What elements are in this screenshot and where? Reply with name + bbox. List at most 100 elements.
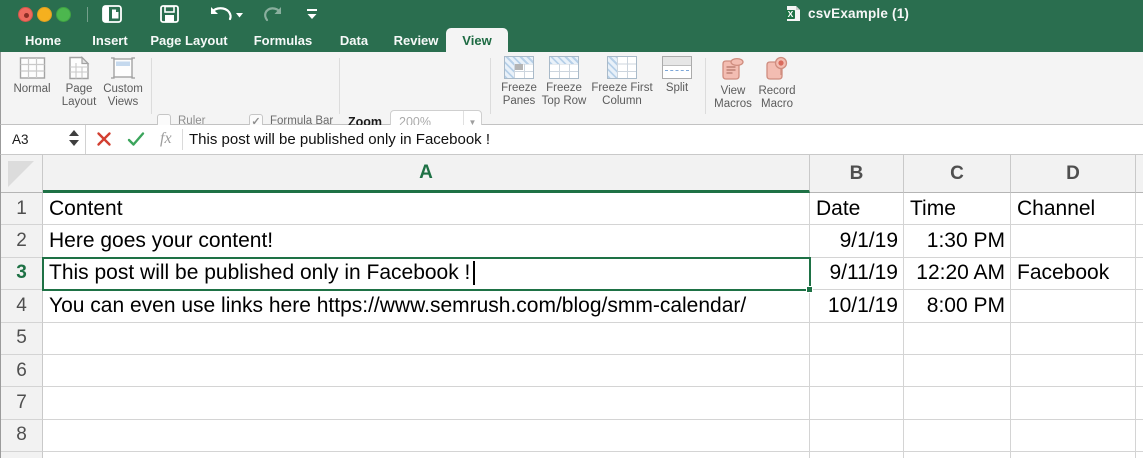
split-icon [662,56,692,79]
insert-function-button[interactable]: fx [160,130,172,148]
cell-C8[interactable] [904,419,1011,453]
cell-A3[interactable]: This post will be published only in Face… [43,257,810,291]
cancel-entry-button[interactable] [96,131,112,152]
select-all-corner[interactable] [1,155,43,193]
column-header-partial[interactable] [1136,155,1143,193]
column-header-C[interactable]: C [904,155,1011,193]
tab-data[interactable]: Data [331,28,377,52]
cell-C[interactable] [904,452,1011,458]
customize-toolbar-button[interactable] [300,3,324,25]
cell-C7[interactable] [904,387,1011,420]
cell-B7[interactable] [810,387,904,420]
close-window-button[interactable] [18,7,33,22]
name-box-stepper[interactable] [69,130,79,150]
row-header-partial[interactable] [1,452,43,458]
row-header-5[interactable]: 5 [1,322,43,355]
save-button[interactable] [157,3,181,25]
cell-C2[interactable]: 1:30 PM [904,225,1011,258]
normal-view-button[interactable]: Normal [9,56,55,96]
cell-X6[interactable] [1136,355,1143,388]
cell-B5[interactable] [810,322,904,355]
cell-A4[interactable]: You can even use links here https://www.… [43,290,810,323]
cell-D6[interactable] [1011,355,1136,388]
tab-page-layout[interactable]: Page Layout [144,28,234,52]
stepper-down-icon[interactable] [69,140,79,146]
record-macro-button[interactable]: Record Macro [754,56,800,111]
cell-D8[interactable] [1011,419,1136,453]
cell-A1[interactable]: Content [43,193,810,226]
cell-A7[interactable] [43,387,810,420]
cell-X5[interactable] [1136,323,1143,355]
row-header-4[interactable]: 4 [1,290,43,323]
tab-view[interactable]: View [446,28,508,52]
column-header-D[interactable]: D [1011,155,1136,193]
tab-home[interactable]: Home [14,28,72,52]
cell-X3[interactable] [1136,258,1143,291]
cell-D1[interactable]: Channel [1011,193,1136,226]
cell-C4[interactable]: 8:00 PM [904,290,1011,323]
redo-button[interactable] [262,3,286,25]
ribbon-divider [339,58,340,114]
column-header-B[interactable]: B [810,155,904,193]
cell-C1[interactable]: Time [904,193,1011,226]
freeze-first-column-button[interactable]: Freeze First Column [589,56,655,108]
cell-D2[interactable] [1011,225,1136,258]
cell-A[interactable] [43,452,810,458]
confirm-entry-button[interactable] [127,131,145,152]
cell-X[interactable] [1136,452,1143,458]
cell-X1[interactable] [1136,193,1143,226]
tab-insert[interactable]: Insert [82,28,138,52]
row-header-7[interactable]: 7 [1,387,43,420]
formula-input[interactable]: This post will be published only in Face… [189,131,490,148]
cell-D5[interactable] [1011,322,1136,355]
cell-A5[interactable] [43,322,810,355]
cell-B1[interactable]: Date [810,193,904,226]
cell-A8[interactable] [43,419,810,453]
cell-C6[interactable] [904,355,1011,388]
save-icon [159,5,179,23]
row-header-6[interactable]: 6 [1,355,43,388]
custom-views-button[interactable]: Custom Views [99,56,147,109]
row-header-1[interactable]: 1 [1,193,43,226]
split-button[interactable]: Split [657,56,697,95]
cell-A2[interactable]: Here goes your content! [43,225,810,258]
tab-review[interactable]: Review [387,28,445,52]
cell-B3[interactable]: 9/11/19 [810,257,904,291]
workbook-gallery-button[interactable] [100,3,124,25]
cell-B6[interactable] [810,355,904,388]
freeze-top-row-button[interactable]: Freeze Top Row [540,56,588,108]
fullscreen-window-button[interactable] [56,7,71,22]
undo-button[interactable] [206,3,244,25]
cell-X2[interactable] [1136,225,1143,258]
cell-D7[interactable] [1011,387,1136,420]
name-box-value: A3 [12,132,29,147]
cell-text: Here goes your content! [49,229,274,253]
freeze-top-row-icon [549,56,579,79]
freeze-panes-button[interactable]: Freeze Panes [496,56,542,108]
cell-X4[interactable] [1136,290,1143,323]
row-header-3[interactable]: 3 [1,257,43,291]
workbook-gallery-icon [102,5,122,23]
cell-D3[interactable]: Facebook [1011,257,1136,291]
cell-C5[interactable] [904,322,1011,355]
cell-A6[interactable] [43,355,810,388]
cell-B2[interactable]: 9/1/19 [810,225,904,258]
formula-bar-divider [182,129,183,150]
cell-D[interactable] [1011,452,1136,458]
row-header-8[interactable]: 8 [1,419,43,453]
cell-D4[interactable] [1011,290,1136,323]
view-macros-button[interactable]: View Macros [711,56,755,111]
cell-B[interactable] [810,452,904,458]
tab-formulas[interactable]: Formulas [247,28,319,52]
view-macros-icon [722,57,744,80]
cell-B4[interactable]: 10/1/19 [810,290,904,323]
cell-X7[interactable] [1136,387,1143,420]
column-header-A[interactable]: A [43,155,810,193]
cell-B8[interactable] [810,419,904,453]
minimize-window-button[interactable] [37,7,52,22]
cell-C3[interactable]: 12:20 AM [904,257,1011,291]
page-layout-view-button[interactable]: Page Layout [57,56,101,109]
stepper-up-icon[interactable] [69,130,79,136]
row-header-2[interactable]: 2 [1,225,43,258]
cell-X8[interactable] [1136,420,1143,453]
